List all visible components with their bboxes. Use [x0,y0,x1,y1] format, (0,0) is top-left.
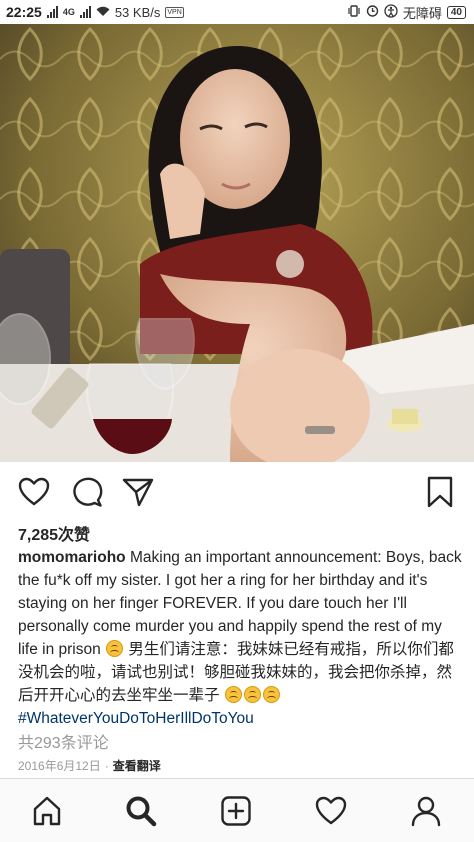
caption-hashtag[interactable]: #WhateverYouDoToHerIllDoToYou [18,710,254,727]
signal-icon [46,6,58,18]
status-bar: 22:25 4G 53 KB/s VPN 无障碍 40 [0,0,474,24]
wifi-icon [96,5,110,20]
bottom-nav [0,778,474,842]
vpn-icon: VPN [165,6,184,18]
heart-icon[interactable] [16,474,52,510]
add-post-icon[interactable] [216,793,256,829]
upside-down-face-emoji-icon [224,686,242,703]
post-caption: momomarioho Making an important announce… [18,546,464,730]
upside-down-face-emoji-icon [106,640,124,657]
upside-down-face-emoji-icon [243,686,261,703]
post-meta: 2016年6月12日 · 查看翻译 [18,757,161,774]
alarm-icon [366,4,379,20]
status-left: 22:25 4G 53 KB/s VPN [6,4,184,20]
accessibility-icon [384,3,398,21]
view-comments-link[interactable]: 共293条评论 [18,729,109,753]
status-right: 无障碍 40 [347,3,466,22]
profile-icon[interactable] [406,793,446,829]
home-icon[interactable] [27,793,67,829]
search-icon[interactable] [121,793,161,829]
meta-separator: · [104,759,109,773]
network-speed: 53 KB/s [114,4,161,20]
battery-icon: 40 [446,5,466,19]
network-type: 4G [62,7,75,17]
post-image[interactable] [0,24,474,462]
post-date: 2016年6月12日 [18,759,101,773]
accessibility-label: 无障碍 [402,5,442,21]
post-photo-illustration [0,24,474,462]
vibrate-icon [347,4,361,21]
bookmark-icon[interactable] [422,474,458,510]
caption-username[interactable]: momomarioho [18,549,126,566]
see-translation-link[interactable]: 查看翻译 [113,759,161,773]
signal-icon-2 [79,6,91,18]
send-icon[interactable] [120,474,156,510]
comment-icon[interactable] [70,474,106,510]
post-action-bar [0,470,474,514]
upside-down-face-emoji-icon [262,686,280,703]
like-count[interactable]: 7,285次赞 [18,521,90,545]
activity-heart-icon[interactable] [311,793,351,829]
status-time: 22:25 [6,4,42,20]
